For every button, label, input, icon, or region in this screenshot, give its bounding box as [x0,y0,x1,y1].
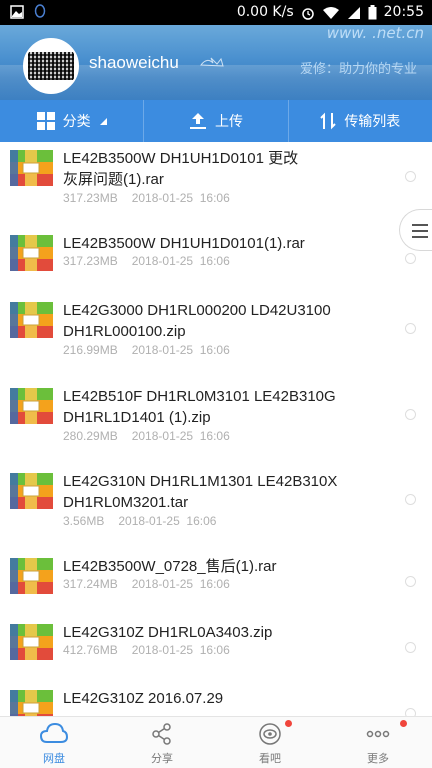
caret-icon [99,118,107,125]
clock: 20:55 [383,4,424,20]
file-size: 317.23MB [63,254,118,268]
file-meta: 280.29MB 2018-01-25 16:06 [63,429,230,443]
archive-file-icon [10,388,53,424]
upload-label: 上传 [214,114,243,130]
bottom-navigation: 网盘 分享 看吧 更多 [0,716,432,768]
category-label: 分类 [62,114,91,130]
select-radio[interactable] [405,494,416,505]
transfer-icon [320,112,337,130]
file-meta: 317.24MB 2018-01-25 16:06 [63,577,230,591]
upload-icon [189,113,206,129]
file-name: LE42G310N DH1RL1M1301 LE42B310X DH1RL0M3… [63,473,338,511]
file-name: LE42B3500W DH1UH1D0101 更改 灰屏问题(1).rar [63,150,299,188]
toolbar: 分类 上传 传输列表 [0,100,432,142]
eye-icon [259,723,281,745]
file-meta: 412.76MB 2018-01-25 16:06 [63,643,230,657]
file-size: 412.76MB [63,643,118,657]
file-row[interactable]: LE42B510F DH1RL0M3101 LE42B310G DH1RL1D1… [0,380,432,460]
file-name: LE42B3500W DH1UH1D0101(1).rar [63,235,305,252]
signal-icon [347,6,360,19]
file-row[interactable]: LE42B3500W DH1UH1D0101(1).rar 317.23MB 201… [0,227,432,293]
file-name: LE42G3000 DH1RL000200 LD42U3100 DH1RL000… [63,302,331,340]
archive-file-icon [10,150,53,186]
file-name: LE42G310Z 2016.07.29 [63,690,224,707]
file-list: LE42B3500W DH1UH1D0101 更改 灰屏问题(1).rar 317… [0,142,432,716]
nav-label: 更多 [367,752,389,765]
gallery-icon [10,5,24,19]
select-radio[interactable] [405,171,416,182]
select-radio[interactable] [405,708,416,716]
transfer-list-button[interactable]: 传输列表 [289,100,432,142]
select-radio[interactable] [405,576,416,587]
file-size: 3.56MB [63,514,105,528]
file-row[interactable]: LE42G310N DH1RL1M1301 LE42B310X DH1RL0M3… [0,465,432,545]
watermark-subtitle: 爱修：助力你的专业 [299,62,417,77]
file-row[interactable]: LE42B3500W_0728_售后(1).rar 317.24MB 2018-01… [0,550,432,616]
upload-button[interactable]: 上传 [144,100,289,142]
file-meta: 3.56MB 2018-01-25 16:06 [63,514,216,528]
nav-share[interactable]: 分享 [108,717,216,768]
alarm-icon [301,7,314,20]
nav-cloud-drive[interactable]: 网盘 [0,717,108,768]
select-radio[interactable] [405,409,416,420]
archive-file-icon [10,558,53,594]
status-bar: 0.00 K/s 20:55 [0,0,432,25]
file-date: 2018-01-25 16:06 [131,643,230,657]
file-row[interactable]: LE42G310Z 2016.07.29 [0,682,432,716]
cloud-icon [40,722,68,743]
file-name: LE42B510F DH1RL0M3101 LE42B310G DH1RL1D1… [63,388,336,426]
archive-file-icon [10,690,53,716]
notification-dot [399,720,407,727]
battery-icon [368,5,377,20]
archive-file-icon [10,302,53,338]
file-meta: 317.23MB 2018-01-25 16:06 [63,254,230,268]
avatar[interactable] [23,38,79,94]
vip-badge-icon[interactable] [199,55,229,69]
share-icon [152,723,171,745]
file-date: 2018-01-25 16:06 [131,429,230,443]
more-icon [366,730,390,738]
archive-file-icon [10,624,53,660]
file-name: LE42B3500W_0728_售后(1).rar [63,558,277,575]
notification-dot [285,720,293,727]
file-meta: 216.99MB 2018-01-25 16:06 [63,343,230,357]
network-speed: 0.00 K/s [236,4,294,20]
file-size: 280.29MB [63,429,118,443]
nav-label: 分享 [151,752,173,765]
file-size: 216.99MB [63,343,118,357]
file-size: 317.23MB [63,191,118,205]
file-meta: 317.23MB 2018-01-25 16:06 [63,191,230,205]
qq-icon [34,4,46,18]
profile-header: shaoweichu www. .net.cn 爱修：助力你的专业 [0,25,432,100]
select-radio[interactable] [405,253,416,264]
grid-icon [36,112,55,130]
transfer-list-label: 传输列表 [344,114,401,130]
file-date: 2018-01-25 16:06 [131,343,230,357]
archive-file-icon [10,235,53,271]
file-date: 2018-01-25 16:06 [131,577,230,591]
file-size: 317.24MB [63,577,118,591]
file-date: 2018-01-25 16:06 [131,254,230,268]
file-row[interactable]: LE42G310Z DH1RL0A3403.zip 412.76MB 2018-01… [0,616,432,682]
nav-watch[interactable]: 看吧 [216,717,324,768]
archive-file-icon [10,473,53,509]
select-radio[interactable] [405,323,416,334]
select-radio[interactable] [405,642,416,653]
nav-label: 看吧 [259,752,281,765]
file-date: 2018-01-25 16:06 [131,191,230,205]
file-date: 2018-01-25 16:06 [118,514,217,528]
file-row[interactable]: LE42B3500W DH1UH1D0101 更改 灰屏问题(1).rar 317… [0,142,432,222]
watermark: www. .net.cn [326,25,424,42]
file-row[interactable]: LE42G3000 DH1RL000200 LD42U3100 DH1RL000… [0,294,432,374]
category-button[interactable]: 分类 [0,100,145,142]
nav-more[interactable]: 更多 [324,717,432,768]
username[interactable]: shaoweichu [89,53,179,73]
wifi-icon [322,6,339,19]
nav-label: 网盘 [43,752,65,765]
file-name: LE42G310Z DH1RL0A3403.zip [63,624,273,641]
